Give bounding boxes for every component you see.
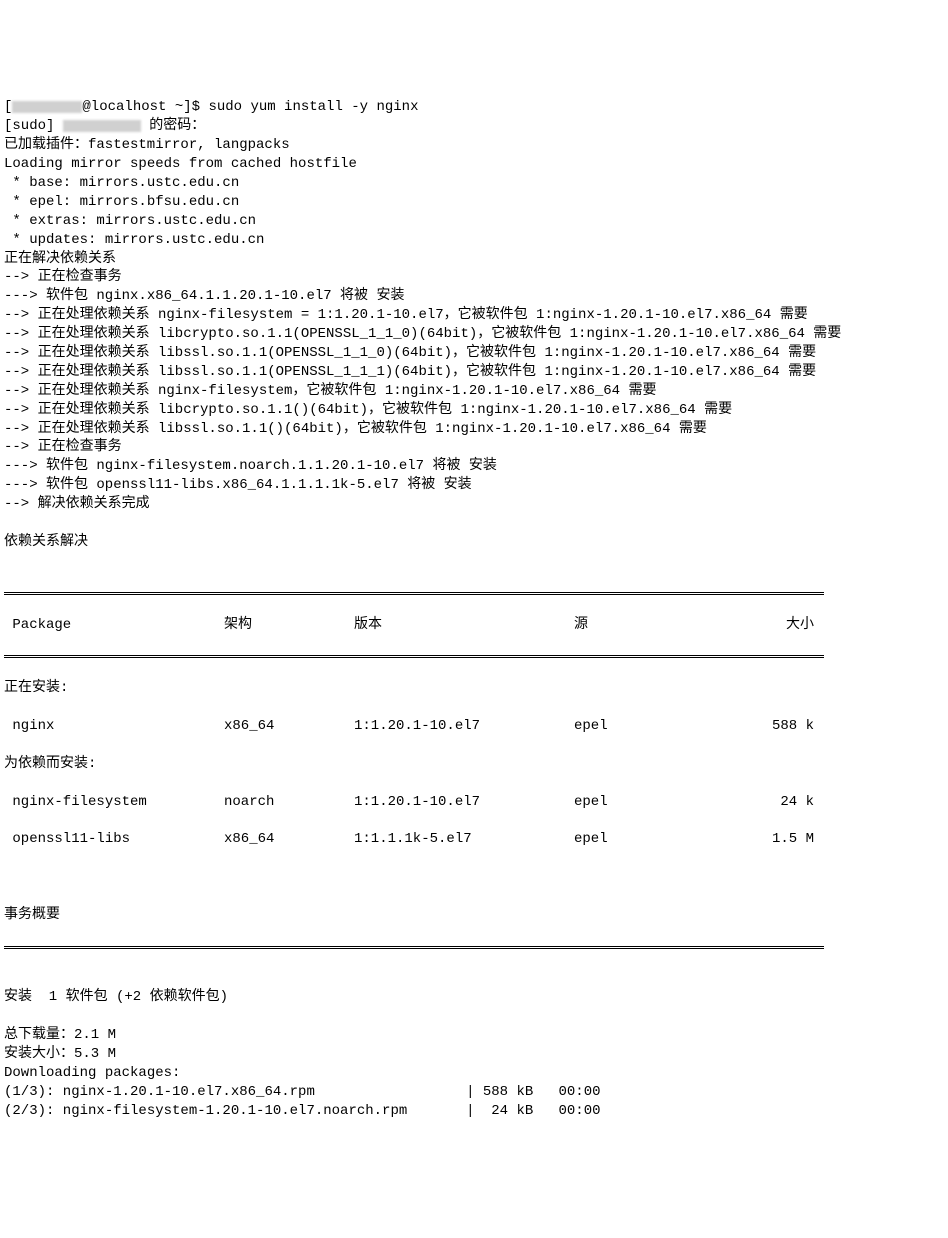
redacted-user [12, 101, 82, 113]
summary-line: Downloading packages: [4, 1065, 180, 1081]
output-line: --> 正在处理依赖关系 libssl.so.1.1()(64bit)，它被软件… [4, 421, 707, 437]
col-version: 版本 [354, 616, 574, 635]
cell-repo: epel [574, 793, 704, 812]
col-size: 大小 [704, 616, 824, 635]
output-line: --> 正在处理依赖关系 nginx-filesystem，它被软件包 1:ng… [4, 383, 656, 399]
output-line: --> 正在处理依赖关系 libssl.so.1.1(OPENSSL_1_1_1… [4, 364, 816, 380]
terminal-output: [ @localhost ~]$ sudo yum install -y ngin… [4, 80, 948, 1140]
output-line: * base: mirrors.ustc.edu.cn [4, 175, 239, 191]
download-line: (1/3): nginx-1.20.1-10.el7.x86_64.rpm | … [4, 1084, 601, 1100]
output-line: --> 正在检查事务 [4, 439, 122, 455]
output-line: --> 解决依赖关系完成 [4, 496, 150, 512]
cell-arch: noarch [224, 793, 354, 812]
output-line: Loading mirror speeds from cached hostfi… [4, 156, 357, 172]
sudo-prefix: [sudo] [4, 118, 63, 134]
summary-line: 总下载量：2.1 M [4, 1027, 116, 1043]
cell-size: 588 k [704, 717, 824, 736]
section-deps: 为依赖而安装: [4, 755, 824, 774]
section-installing: 正在安装: [4, 679, 824, 698]
prompt-line[interactable]: [ @localhost ~]$ sudo yum install -y ngin… [4, 99, 418, 115]
output-line: ---> 软件包 nginx-filesystem.noarch.1.1.20.… [4, 458, 497, 474]
summary-header: 事务概要 [4, 906, 824, 925]
cell-version: 1:1.1.1k-5.el7 [354, 830, 574, 849]
output-line: --> 正在处理依赖关系 libssl.so.1.1(OPENSSL_1_1_0… [4, 345, 816, 361]
redacted-user-sudo [63, 120, 141, 132]
table-divider-double [4, 592, 824, 595]
cell-size: 24 k [704, 793, 824, 812]
sudo-prompt: [sudo] 的密码： [4, 118, 205, 134]
cell-repo: epel [574, 717, 704, 736]
summary-line: 安装 1 软件包 (+2 依赖软件包) [4, 989, 228, 1005]
table-divider-double [4, 655, 824, 658]
cell-arch: x86_64 [224, 717, 354, 736]
output-line: --> 正在处理依赖关系 libcrypto.so.1.1(OPENSSL_1_… [4, 326, 841, 342]
col-package: Package [4, 616, 224, 635]
output-line: ---> 软件包 openssl11-libs.x86_64.1.1.1.1k-… [4, 477, 472, 493]
cell-arch: x86_64 [224, 830, 354, 849]
blank-line [4, 868, 824, 887]
output-line: --> 正在检查事务 [4, 269, 122, 285]
table-row: nginx-filesystemnoarch1:1.20.1-10.el7epe… [4, 793, 824, 812]
cell-name: nginx-filesystem [4, 793, 224, 812]
package-table: Package架构版本源大小 正在安装: nginxx86_641:1.20.1… [4, 571, 824, 970]
output-line: * extras: mirrors.ustc.edu.cn [4, 213, 256, 229]
download-line: (2/3): nginx-filesystem-1.20.1-10.el7.no… [4, 1103, 601, 1119]
output-line: ---> 软件包 nginx.x86_64.1.1.20.1-10.el7 将被… [4, 288, 404, 304]
prompt-host: @localhost ~]$ [82, 99, 208, 115]
output-line: --> 正在处理依赖关系 nginx-filesystem = 1:1.20.1… [4, 307, 808, 323]
cell-size: 1.5 M [704, 830, 824, 849]
output-line: * epel: mirrors.bfsu.edu.cn [4, 194, 239, 210]
summary-line: 安装大小：5.3 M [4, 1046, 116, 1062]
download-list: (1/3): nginx-1.20.1-10.el7.x86_64.rpm | … [4, 1083, 948, 1121]
output-line: 已加载插件：fastestmirror, langpacks [4, 137, 290, 153]
cell-name: nginx [4, 717, 224, 736]
cell-repo: epel [574, 830, 704, 849]
table-header: Package架构版本源大小 [4, 616, 824, 635]
cell-version: 1:1.20.1-10.el7 [354, 793, 574, 812]
output-line: 依赖关系解决 [4, 534, 88, 550]
table-row: nginxx86_641:1.20.1-10.el7epel588 k [4, 717, 824, 736]
cell-name: openssl11-libs [4, 830, 224, 849]
cell-version: 1:1.20.1-10.el7 [354, 717, 574, 736]
output-line: --> 正在处理依赖关系 libcrypto.so.1.1()(64bit)，它… [4, 402, 732, 418]
col-repo: 源 [574, 616, 704, 635]
prompt-bracket: [ [4, 99, 12, 115]
table-row: openssl11-libsx86_641:1.1.1k-5.el7epel1.… [4, 830, 824, 849]
sudo-suffix: 的密码： [141, 118, 205, 134]
output-line: 正在解决依赖关系 [4, 251, 116, 267]
col-arch: 架构 [224, 616, 354, 635]
command-text: sudo yum install -y nginx [208, 99, 418, 115]
table-divider-double [4, 946, 824, 949]
output-line: * updates: mirrors.ustc.edu.cn [4, 232, 264, 248]
